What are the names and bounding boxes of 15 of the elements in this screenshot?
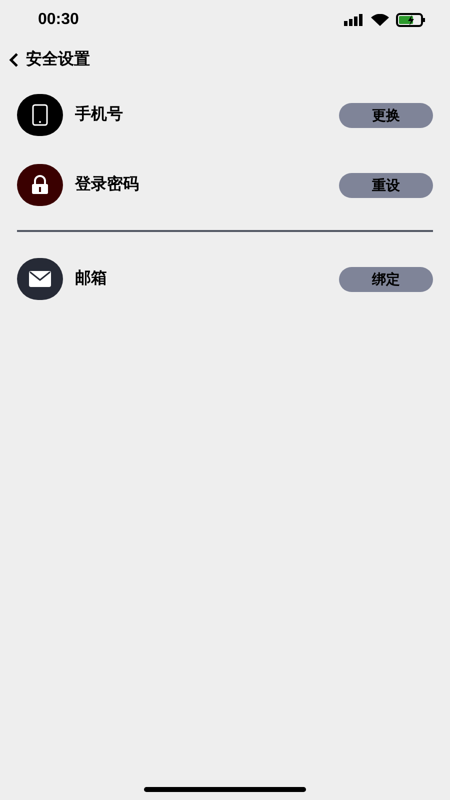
back-icon[interactable]	[8, 52, 20, 68]
wifi-icon	[371, 14, 389, 26]
status-time: 00:30	[38, 10, 79, 30]
signal-icon	[344, 14, 364, 26]
page-title: 安全设置	[26, 49, 90, 70]
envelope-icon	[29, 271, 51, 287]
tablet-icon	[32, 104, 48, 126]
setting-label: 手机号	[75, 104, 124, 125]
action-button[interactable]: 重设	[339, 172, 433, 198]
battery-icon	[396, 13, 426, 27]
lock-icon	[31, 175, 49, 195]
setting-label: 登录密码	[75, 174, 140, 195]
action-button[interactable]: 更换	[339, 102, 433, 128]
action-button[interactable]: 绑定	[339, 266, 433, 292]
setting-label: 邮箱	[75, 268, 108, 289]
